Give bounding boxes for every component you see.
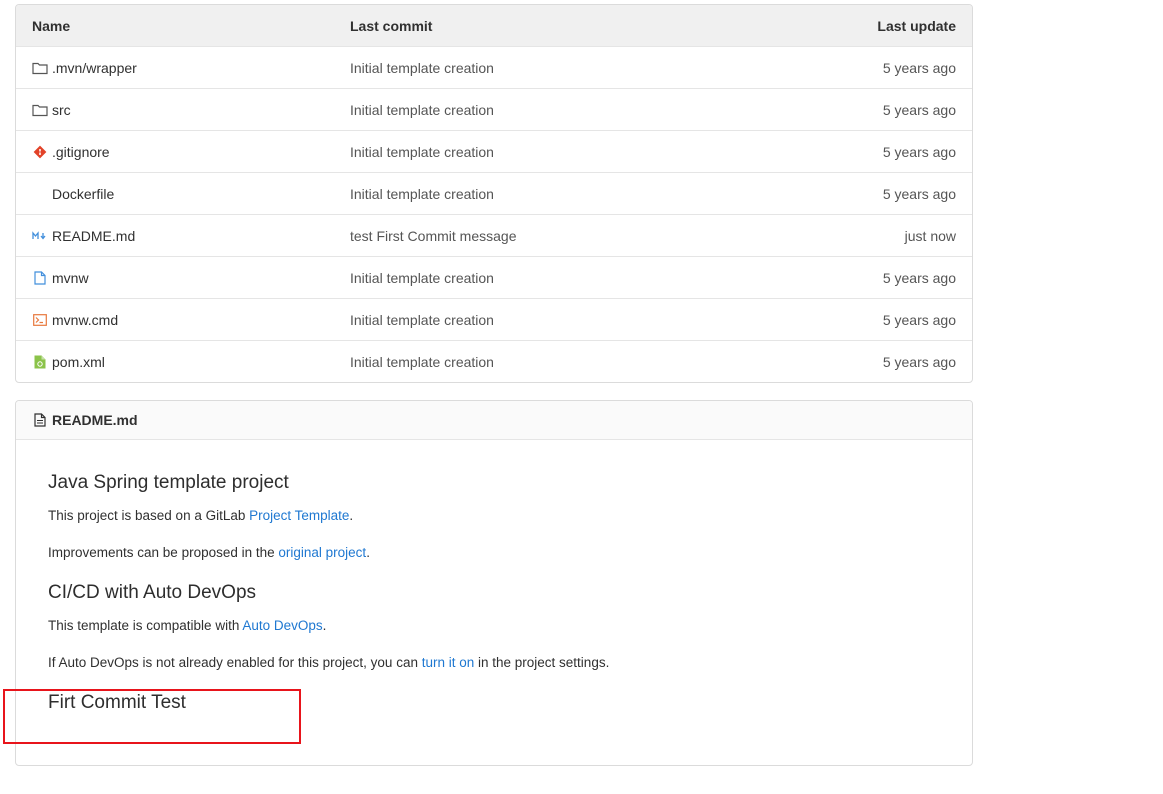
file-name-link[interactable]: mvnw [52, 270, 89, 286]
commit-message-link[interactable]: test First Commit message [350, 228, 736, 244]
table-row[interactable]: mvnw.cmd Initial template creation 5 yea… [16, 298, 972, 340]
update-time: 5 years ago [882, 185, 956, 202]
file-name-link[interactable]: src [52, 102, 71, 118]
update-time: 5 years ago [882, 59, 956, 76]
file-name-link[interactable]: .mvn/wrapper [52, 60, 137, 76]
readme-title: README.md [52, 412, 138, 428]
table-row[interactable]: README.md test First Commit message just… [16, 214, 972, 256]
update-time: 5 years ago [882, 269, 956, 286]
xml-icon [32, 354, 48, 370]
readme-paragraph: Improvements can be proposed in the orig… [48, 545, 370, 560]
table-header: Name Last commit Last update [16, 5, 972, 46]
commit-message-link[interactable]: Initial template creation [350, 102, 736, 118]
commit-message-link[interactable]: Initial template creation [350, 144, 736, 160]
file-name-link[interactable]: mvnw.cmd [52, 312, 118, 328]
update-time: 5 years ago [882, 353, 956, 370]
file-icon [32, 270, 48, 286]
markdown-icon [32, 228, 48, 244]
readme-heading: CI/CD with Auto DevOps [48, 582, 257, 603]
file-table: Name Last commit Last update .mvn/wrappe… [15, 4, 973, 383]
auto-devops-link[interactable]: Auto DevOps [242, 618, 322, 633]
dockerfile-icon [32, 186, 48, 202]
readme-heading: Java Spring template project [48, 472, 289, 493]
file-name-link[interactable]: pom.xml [52, 354, 105, 370]
table-row[interactable]: pom.xml Initial template creation 5 year… [16, 340, 972, 382]
file-name-link[interactable]: README.md [52, 228, 135, 244]
table-row[interactable]: mvnw Initial template creation 5 years a… [16, 256, 972, 298]
readme-paragraph: This template is compatible with Auto De… [48, 618, 327, 633]
highlight-annotation-box [3, 689, 301, 744]
readme-header: README.md [16, 401, 972, 440]
file-name-link[interactable]: Dockerfile [52, 186, 114, 202]
header-last-commit: Last commit [350, 17, 433, 34]
readme-paragraph: If Auto DevOps is not already enabled fo… [48, 655, 610, 670]
file-text-icon [32, 412, 48, 428]
update-time: 5 years ago [882, 143, 956, 160]
git-icon [32, 144, 48, 160]
project-template-link[interactable]: Project Template [249, 508, 349, 523]
folder-icon [32, 102, 48, 118]
header-name: Name [32, 17, 71, 34]
terminal-icon [32, 312, 48, 328]
table-row[interactable]: Dockerfile Initial template creation 5 y… [16, 172, 972, 214]
commit-message-link[interactable]: Initial template creation [350, 270, 736, 286]
turn-it-on-link[interactable]: turn it on [422, 655, 475, 670]
update-time: 5 years ago [882, 311, 956, 328]
commit-message-link[interactable]: Initial template creation [350, 60, 736, 76]
folder-icon [32, 60, 48, 76]
table-row[interactable]: .mvn/wrapper Initial template creation 5… [16, 46, 972, 88]
header-last-update: Last update [877, 17, 956, 34]
readme-paragraph: This project is based on a GitLab Projec… [48, 508, 354, 523]
commit-message-link[interactable]: Initial template creation [350, 186, 736, 202]
update-time: just now [904, 227, 956, 244]
update-time: 5 years ago [882, 101, 956, 118]
original-project-link[interactable]: original project [278, 545, 366, 560]
commit-message-link[interactable]: Initial template creation [350, 354, 736, 370]
commit-message-link[interactable]: Initial template creation [350, 312, 736, 328]
file-name-link[interactable]: .gitignore [52, 144, 110, 160]
table-row[interactable]: src Initial template creation 5 years ag… [16, 88, 972, 130]
table-row[interactable]: .gitignore Initial template creation 5 y… [16, 130, 972, 172]
